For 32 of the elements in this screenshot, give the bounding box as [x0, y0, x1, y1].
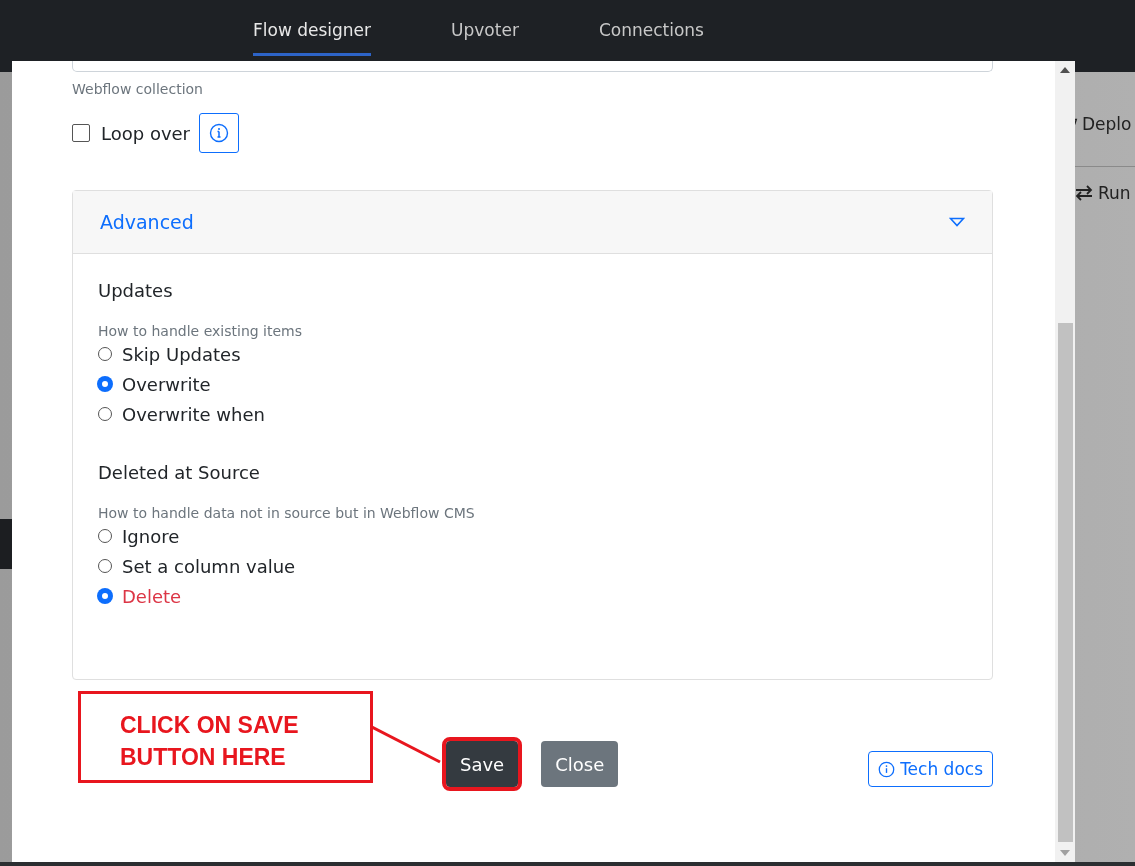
swap-icon	[1074, 185, 1094, 201]
close-button[interactable]: Close	[541, 741, 619, 787]
nav-tab[interactable]: Upvoter	[451, 0, 519, 56]
background-panel	[0, 519, 12, 569]
advanced-header[interactable]: Advanced	[73, 191, 992, 254]
radio-button[interactable]	[98, 377, 112, 391]
run-link[interactable]: Run	[1098, 183, 1131, 203]
tech-docs-button[interactable]: Tech docs	[868, 751, 993, 787]
loop-over-checkbox[interactable]	[72, 124, 90, 142]
caret-icon	[949, 217, 965, 227]
option-label: Overwrite	[122, 373, 211, 395]
option-label: Set a column value	[122, 555, 296, 577]
option-label: Overwrite when	[122, 403, 265, 425]
field-caption: Webflow collection	[72, 81, 204, 97]
deploy-link[interactable]: Deplo	[1082, 114, 1132, 134]
section-hint: How to handle existing items	[98, 323, 303, 339]
loop-over-label: Loop over	[101, 122, 191, 144]
collection-field[interactable]	[72, 61, 993, 72]
option-label: Delete	[122, 585, 182, 607]
scrollbar[interactable]	[1055, 61, 1075, 862]
section-title: Deleted at Source	[98, 462, 261, 483]
info-button[interactable]	[199, 113, 240, 153]
info-icon	[209, 123, 230, 143]
section-hint: How to handle data not in source but in Webflow CMS	[98, 505, 476, 521]
option-label: Skip Updates	[122, 343, 241, 365]
info-icon	[878, 760, 896, 778]
radio-button[interactable]	[98, 589, 112, 603]
nav-tab[interactable]: Connections	[598, 0, 704, 56]
section-title: Updates	[98, 280, 174, 301]
annotation-callout: CLICK ON SAVE BUTTON HERE	[78, 691, 373, 783]
nav-tab[interactable]: Flow designer	[253, 0, 372, 56]
option-label: Ignore	[122, 525, 180, 547]
